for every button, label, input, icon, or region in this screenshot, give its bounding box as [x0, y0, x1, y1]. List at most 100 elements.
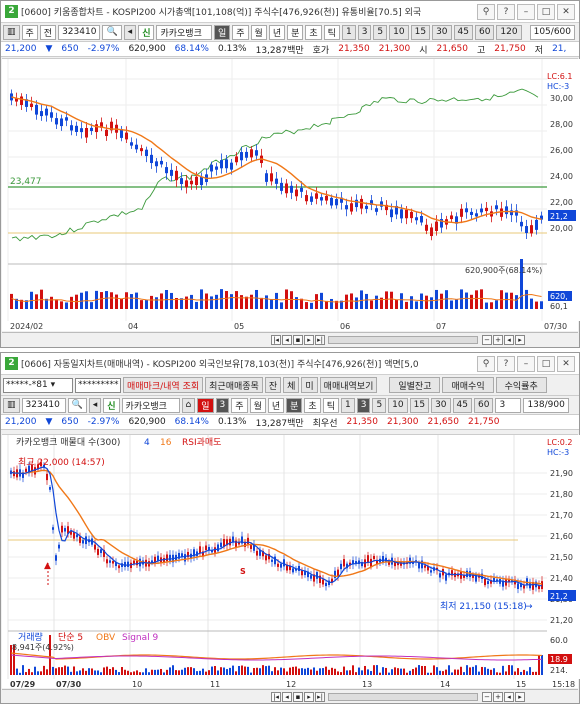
- period-tab-day[interactable]: 일: [197, 397, 214, 413]
- interval-5[interactable]: 5: [373, 24, 388, 40]
- prev-button[interactable]: ◂: [282, 691, 292, 702]
- period-tab-second[interactable]: 초: [305, 24, 322, 40]
- maximize-button[interactable]: □: [537, 3, 555, 20]
- zoom-in-button[interactable]: +: [493, 334, 503, 345]
- daily-chart-area[interactable]: 23,477 620,900주(68.14%) LC:6.1 HC:-3 30,…: [2, 58, 580, 332]
- minimize-button[interactable]: –: [517, 3, 535, 20]
- help-icon[interactable]: ?: [497, 355, 515, 372]
- period-tab-tick[interactable]: 틱: [323, 24, 340, 40]
- scroll-right-button[interactable]: ▸: [515, 334, 525, 345]
- interval-60[interactable]: 60: [474, 24, 495, 40]
- interval-15[interactable]: 15: [410, 24, 431, 40]
- volume-bar: [70, 671, 72, 675]
- interval-60[interactable]: 60: [473, 397, 494, 413]
- prev-stock-button[interactable]: ◂: [123, 24, 137, 40]
- last-button[interactable]: ▸|: [315, 691, 325, 702]
- prev-stock-button[interactable]: ◂: [88, 397, 102, 413]
- next-button[interactable]: ▸: [304, 691, 314, 702]
- interval-1[interactable]: 1: [340, 397, 355, 413]
- view-trades-button[interactable]: 매매내역보기: [319, 377, 378, 393]
- return-chart-button[interactable]: 수익률추: [495, 377, 547, 393]
- period-count-select[interactable]: 3: [215, 397, 230, 413]
- stock-name-field[interactable]: 카카오뱅크: [156, 24, 212, 40]
- title-bar[interactable]: 2 [0600] 키움종합차트 - KOSPI200 시가총액[101,108(…: [1, 1, 579, 23]
- minute-chart-area[interactable]: 카카오뱅크 매물대 수(300) 4 16 RSI과매도 최고 22,000 (…: [2, 434, 580, 689]
- trade-profit-button[interactable]: 매매수익: [442, 377, 494, 393]
- interval-120[interactable]: 120: [496, 24, 522, 40]
- period-tab-month[interactable]: 월: [250, 24, 267, 40]
- prev-button[interactable]: ◂: [282, 334, 292, 345]
- market-scope-select[interactable]: 전: [39, 24, 57, 40]
- interval-3[interactable]: 3: [357, 24, 372, 40]
- interval-input[interactable]: 3: [495, 397, 522, 413]
- volume-axis-max: 60.0: [550, 636, 568, 645]
- period-tab-minute[interactable]: 분: [286, 397, 303, 413]
- interval-45[interactable]: 45: [453, 24, 473, 40]
- scroll-left-button[interactable]: ◂: [504, 691, 514, 702]
- stock-code-input[interactable]: 323410: [58, 24, 101, 40]
- period-tab-year[interactable]: 년: [268, 24, 286, 40]
- zoom-out-button[interactable]: −: [482, 334, 492, 345]
- trade-mark-query-button[interactable]: 매매마크/내역 조회: [123, 377, 204, 393]
- interval-10[interactable]: 10: [388, 397, 408, 413]
- pause-button[interactable]: ▪: [293, 334, 303, 345]
- period-tab-minute[interactable]: 분: [287, 24, 304, 40]
- zoom-out-button[interactable]: −: [482, 691, 492, 702]
- minute-candle-chart[interactable]: 카카오뱅크 매물대 수(300) 4 16 RSI과매도 최고 22,000 (…: [2, 435, 580, 689]
- volume-bar: [481, 666, 483, 675]
- first-button[interactable]: |◂: [271, 334, 281, 345]
- bar-count-field[interactable]: 105/600: [529, 24, 575, 40]
- link-icon[interactable]: ⚲: [477, 3, 495, 20]
- chart-mode-icon[interactable]: ⌂: [181, 397, 196, 413]
- close-button[interactable]: ✕: [557, 3, 575, 20]
- interval-15[interactable]: 15: [409, 397, 430, 413]
- balance-button[interactable]: 잔: [264, 377, 282, 393]
- daily-candle-chart[interactable]: 23,477 620,900주(68.14%) LC:6.1 HC:-3 30,…: [2, 59, 580, 332]
- interval-5[interactable]: 5: [372, 397, 387, 413]
- period-tab-week[interactable]: 주: [232, 24, 249, 40]
- open-price: 21,650: [427, 417, 460, 427]
- stock-name-field[interactable]: 카카오뱅크: [121, 397, 180, 413]
- zoom-in-button[interactable]: +: [493, 691, 503, 702]
- title-bar[interactable]: 2 [0606] 자동일지차트(매매내역) - KOSPI200 외국인보유[7…: [1, 353, 579, 375]
- period-tab-second[interactable]: 초: [304, 397, 321, 413]
- bar-count-field[interactable]: 138/900: [523, 397, 569, 413]
- search-icon[interactable]: 🔍: [67, 397, 87, 413]
- account-select[interactable]: *****-*81 ▾: [3, 377, 73, 393]
- maximize-button[interactable]: □: [537, 355, 555, 372]
- unexecuted-button[interactable]: 미: [301, 377, 318, 393]
- interval-30[interactable]: 30: [431, 397, 451, 413]
- stock-code-input[interactable]: 323410: [21, 397, 66, 413]
- link-icon[interactable]: ⚲: [477, 355, 495, 372]
- minimize-button[interactable]: –: [517, 355, 535, 372]
- toolbar-menu-icon[interactable]: ▥: [3, 24, 20, 40]
- period-tab-year[interactable]: 년: [267, 397, 285, 413]
- interval-1[interactable]: 1: [341, 24, 356, 40]
- last-button[interactable]: ▸|: [315, 334, 325, 345]
- volume-bar: [364, 665, 366, 675]
- market-select[interactable]: 주: [21, 24, 38, 40]
- pause-button[interactable]: ▪: [293, 691, 303, 702]
- close-button[interactable]: ✕: [557, 355, 575, 372]
- period-tab-tick[interactable]: 틱: [322, 397, 339, 413]
- period-tab-month[interactable]: 월: [249, 397, 266, 413]
- scroll-left-button[interactable]: ◂: [504, 334, 514, 345]
- period-tab-day[interactable]: 일: [213, 24, 231, 40]
- interval-30[interactable]: 30: [432, 24, 452, 40]
- daily-balance-button[interactable]: 일별잔고: [389, 377, 441, 393]
- interval-45[interactable]: 45: [452, 397, 472, 413]
- scroll-right-button[interactable]: ▸: [515, 691, 525, 702]
- interval-3[interactable]: 3: [356, 397, 371, 413]
- recent-trades-button[interactable]: 최근매매종목: [205, 377, 263, 393]
- search-icon[interactable]: 🔍: [102, 24, 122, 40]
- next-button[interactable]: ▸: [304, 334, 314, 345]
- scroll-slider[interactable]: [328, 335, 478, 344]
- first-button[interactable]: |◂: [271, 691, 281, 702]
- help-icon[interactable]: ?: [497, 3, 515, 20]
- interval-10[interactable]: 10: [389, 24, 409, 40]
- executed-button[interactable]: 체: [283, 377, 300, 393]
- toolbar-menu-icon[interactable]: ▥: [3, 397, 20, 413]
- password-input[interactable]: *********: [75, 377, 121, 393]
- scroll-slider[interactable]: [328, 692, 478, 701]
- period-tab-week[interactable]: 주: [231, 397, 248, 413]
